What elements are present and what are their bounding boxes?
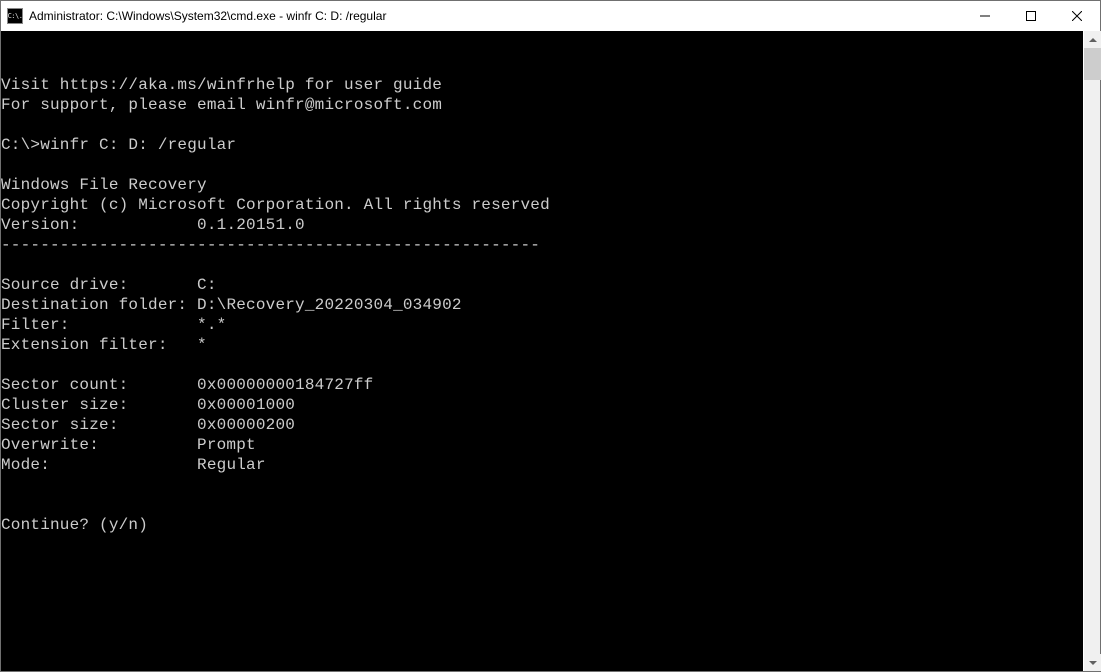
chevron-down-icon xyxy=(1089,661,1097,665)
filter-value: *.* xyxy=(197,316,226,334)
scroll-up-button[interactable] xyxy=(1084,31,1101,48)
client-area: Visit https://aka.ms/winfrhelp for user … xyxy=(1,31,1100,671)
dest-folder-label: Destination folder: xyxy=(1,296,187,314)
scrollbar-track[interactable] xyxy=(1084,48,1100,654)
sector-size-value: 0x00000200 xyxy=(197,416,295,434)
source-drive-label: Source drive: xyxy=(1,276,128,294)
app-header: Windows File Recovery xyxy=(1,176,207,194)
help-line: Visit https://aka.ms/winfrhelp for user … xyxy=(1,76,442,94)
maximize-icon xyxy=(1026,11,1036,21)
close-icon xyxy=(1072,11,1082,21)
filter-label: Filter: xyxy=(1,316,70,334)
terminal-output[interactable]: Visit https://aka.ms/winfrhelp for user … xyxy=(1,31,1083,671)
overwrite-value: Prompt xyxy=(197,436,256,454)
ext-filter-label: Extension filter: xyxy=(1,336,168,354)
sector-size-label: Sector size: xyxy=(1,416,119,434)
sector-count-label: Sector count: xyxy=(1,376,128,394)
titlebar[interactable]: C:\. Administrator: C:\Windows\System32\… xyxy=(1,1,1100,31)
copyright-line: Copyright (c) Microsoft Corporation. All… xyxy=(1,196,550,214)
sector-count-value: 0x00000000184727ff xyxy=(197,376,373,394)
dest-folder-value: D:\Recovery_20220304_034902 xyxy=(197,296,462,314)
prompt-line: C:\>winfr C: D: /regular xyxy=(1,136,236,154)
vertical-scrollbar[interactable] xyxy=(1083,31,1100,671)
support-line: For support, please email winfr@microsof… xyxy=(1,96,442,114)
cmd-window: C:\. Administrator: C:\Windows\System32\… xyxy=(0,0,1101,672)
chevron-up-icon xyxy=(1089,38,1097,42)
maximize-button[interactable] xyxy=(1008,1,1054,31)
version-label: Version: xyxy=(1,216,79,234)
cluster-size-value: 0x00001000 xyxy=(197,396,295,414)
mode-value: Regular xyxy=(197,456,266,474)
cmd-icon: C:\. xyxy=(7,8,23,24)
close-button[interactable] xyxy=(1054,1,1100,31)
window-controls xyxy=(962,1,1100,31)
scrollbar-thumb[interactable] xyxy=(1084,48,1101,80)
continue-prompt: Continue? (y/n) xyxy=(1,516,148,534)
mode-label: Mode: xyxy=(1,456,50,474)
minimize-button[interactable] xyxy=(962,1,1008,31)
version-value: 0.1.20151.0 xyxy=(197,216,305,234)
ext-filter-value: * xyxy=(197,336,207,354)
scroll-down-button[interactable] xyxy=(1084,654,1101,671)
cmd-icon-text: C:\. xyxy=(8,13,23,20)
divider-line: ----------------------------------------… xyxy=(1,236,540,254)
cluster-size-label: Cluster size: xyxy=(1,396,128,414)
overwrite-label: Overwrite: xyxy=(1,436,99,454)
window-title: Administrator: C:\Windows\System32\cmd.e… xyxy=(29,9,962,23)
source-drive-value: C: xyxy=(197,276,217,294)
minimize-icon xyxy=(980,11,990,21)
